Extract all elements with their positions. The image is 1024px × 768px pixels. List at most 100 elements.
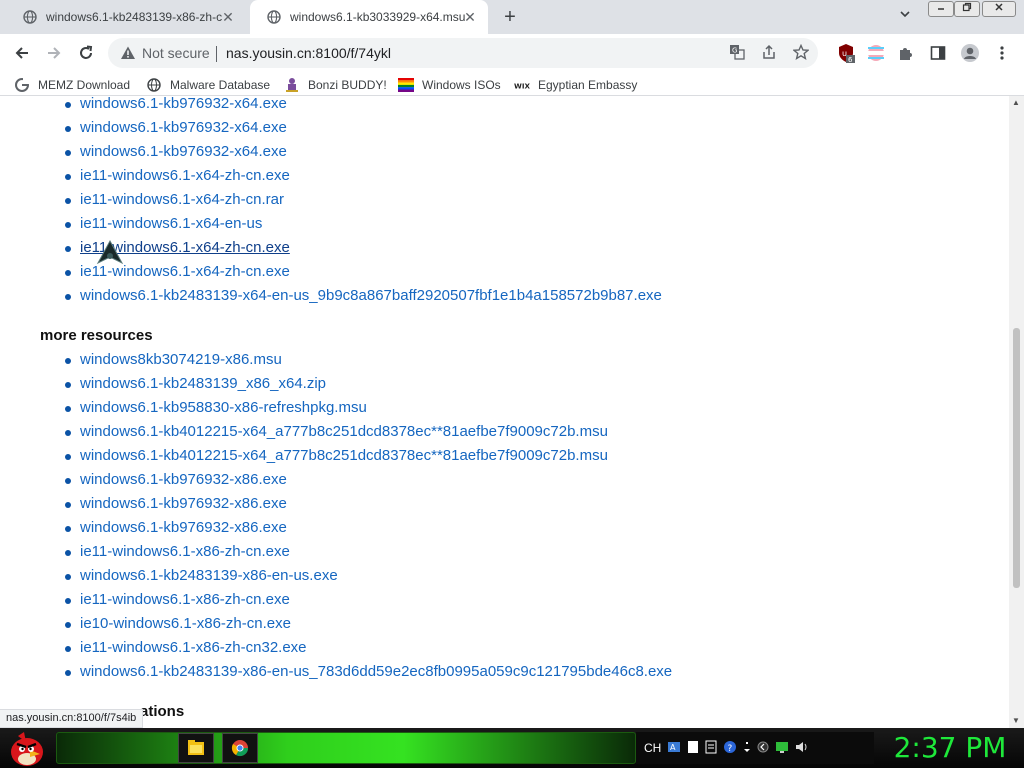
new-tab-button[interactable]: + bbox=[499, 6, 521, 28]
scrollbar-thumb[interactable] bbox=[1013, 328, 1020, 588]
tray-options-icon[interactable] bbox=[743, 740, 751, 757]
scroll-up-arrow-icon[interactable]: ▲ bbox=[1012, 98, 1020, 107]
section-heading-partial: ations bbox=[140, 703, 185, 720]
help-icon[interactable]: ? bbox=[723, 740, 737, 757]
file-link[interactable]: windows6.1-kb976932-x64.exe bbox=[80, 96, 287, 112]
url-text[interactable]: nas.yousin.cn:8100/f/74ykl bbox=[226, 45, 391, 61]
reload-button[interactable] bbox=[72, 39, 100, 67]
vertical-scrollbar[interactable]: ▲ ▼ bbox=[1009, 96, 1024, 728]
close-window-button[interactable] bbox=[982, 1, 1016, 17]
file-link[interactable]: windows6.1-kb976932-x86.exe bbox=[80, 519, 287, 536]
volume-icon[interactable] bbox=[795, 740, 809, 757]
list-item: windows6.1-kb976932-x86.exe bbox=[64, 468, 672, 492]
minimize-window-button[interactable] bbox=[928, 1, 954, 17]
file-link[interactable]: windows6.1-kb2483139-x64-en-us_9b9c8a867… bbox=[80, 287, 662, 304]
extension-badge: 6 bbox=[848, 56, 853, 63]
list-item: ie10-windows6.1-x86-zh-cn.exe bbox=[64, 612, 672, 636]
mouse-cursor-icon bbox=[96, 239, 124, 267]
ime-mode-icon[interactable] bbox=[687, 740, 699, 757]
share-icon[interactable] bbox=[760, 44, 778, 62]
forward-button[interactable] bbox=[40, 39, 68, 67]
wix-icon: WIX bbox=[514, 77, 530, 93]
file-link[interactable]: ie11-windows6.1-x64-zh-cn.rar bbox=[80, 191, 284, 208]
file-link[interactable]: ie11-windows6.1-x64-en-us bbox=[80, 215, 262, 232]
svg-text:WIX: WIX bbox=[514, 82, 530, 90]
bookmark-memz-download[interactable]: MEMZ Download bbox=[14, 76, 130, 94]
list-item: ie11-windows6.1-x86-zh-cn.exe bbox=[64, 540, 672, 564]
file-link[interactable]: windows6.1-kb2483139-x86-en-us_783d6dd59… bbox=[80, 663, 672, 680]
back-arrow-icon bbox=[15, 47, 28, 59]
extensions-puzzle-icon[interactable] bbox=[892, 39, 920, 67]
address-separator bbox=[216, 46, 217, 62]
scroll-down-arrow-icon[interactable]: ▼ bbox=[1012, 716, 1020, 725]
bookmark-star-icon[interactable] bbox=[792, 43, 810, 62]
file-link[interactable]: windows6.1-kb976932-x86.exe bbox=[80, 471, 287, 488]
taskbar-app-explorer-icon[interactable] bbox=[178, 733, 214, 763]
extension-pride-icon[interactable] bbox=[862, 39, 890, 67]
taskbar-app-chrome-icon[interactable] bbox=[222, 733, 258, 763]
bookmark-label: Bonzi BUDDY! bbox=[308, 78, 387, 92]
not-secure-label[interactable]: Not secure bbox=[142, 45, 210, 61]
bookmark-label: Windows ISOs bbox=[422, 78, 501, 92]
translate-icon[interactable]: G bbox=[728, 44, 746, 62]
gorilla-icon bbox=[284, 77, 300, 93]
file-link[interactable]: windows6.1-kb976932-x64.exe bbox=[80, 119, 287, 136]
restore-window-button[interactable] bbox=[954, 1, 980, 17]
close-tab-icon[interactable]: ✕ bbox=[462, 9, 478, 25]
show-hidden-icons-icon[interactable] bbox=[757, 741, 769, 756]
bookmark-bonzi-buddy[interactable]: Bonzi BUDDY! bbox=[284, 76, 387, 94]
file-list-more-resources: windows8kb3074219-x86.msu windows6.1-kb2… bbox=[64, 348, 672, 684]
language-indicator[interactable]: CH bbox=[644, 741, 661, 755]
file-link[interactable]: ie10-windows6.1-x86-zh-cn.exe bbox=[80, 615, 291, 632]
list-item: windows6.1-kb976932-x86.exe bbox=[64, 516, 672, 540]
profile-avatar-icon[interactable] bbox=[956, 39, 984, 67]
tab-search-chevron-icon[interactable] bbox=[896, 8, 914, 26]
tab-title: windows6.1-kb2483139-x86-zh-c bbox=[46, 10, 222, 24]
address-bar[interactable]: Not secure nas.yousin.cn:8100/f/74ykl G bbox=[108, 38, 818, 68]
list-item: ie11-windows6.1-x64-zh-cn.exe bbox=[65, 164, 662, 188]
tab-kb2483139[interactable]: windows6.1-kb2483139-x86-zh-c ✕ bbox=[6, 0, 246, 34]
list-item: windows6.1-kb2483139-x86-en-us_783d6dd59… bbox=[64, 660, 672, 684]
list-item: windows8kb3074219-x86.msu bbox=[64, 348, 672, 372]
file-link[interactable]: ie11-windows6.1-x64-zh-cn.exe bbox=[80, 167, 290, 184]
ime-pad-icon[interactable] bbox=[705, 740, 717, 757]
keyboard-layout-icon[interactable]: A bbox=[667, 740, 681, 757]
globe-icon bbox=[266, 9, 282, 25]
list-item: windows6.1-kb2483139-x64-en-us_9b9c8a867… bbox=[65, 284, 662, 308]
start-button-angry-bird-icon[interactable] bbox=[6, 728, 48, 768]
tab-kb3033929-active[interactable]: windows6.1-kb3033929-x64.msu ✕ bbox=[250, 0, 488, 34]
back-button[interactable] bbox=[8, 39, 36, 67]
bookmark-windows-isos[interactable]: Windows ISOs bbox=[398, 76, 501, 94]
file-link[interactable]: windows8kb3074219-x86.msu bbox=[80, 351, 282, 368]
file-link[interactable]: windows6.1-kb2483139-x86-en-us.exe bbox=[80, 567, 338, 584]
browser-window: windows6.1-kb2483139-x86-zh-c ✕ windows6… bbox=[0, 0, 1024, 768]
file-link[interactable]: ie11-windows6.1-x86-zh-cn32.exe bbox=[80, 639, 307, 656]
file-link[interactable]: windows6.1-kb976932-x86.exe bbox=[80, 495, 287, 512]
tab-title: windows6.1-kb3033929-x64.msu bbox=[290, 10, 466, 24]
bookmark-malware-database[interactable]: Malware Database bbox=[146, 76, 270, 94]
close-tab-icon[interactable]: ✕ bbox=[220, 9, 236, 25]
file-link[interactable]: windows6.1-kb2483139_x86_x64.zip bbox=[80, 375, 326, 392]
file-link[interactable]: windows6.1-kb4012215-x64_a777b8c251dcd83… bbox=[80, 447, 608, 464]
file-link[interactable]: ie11-windows6.1-x86-zh-cn.exe bbox=[80, 543, 290, 560]
file-link[interactable]: windows6.1-kb4012215-x64_a777b8c251dcd83… bbox=[80, 423, 608, 440]
list-item: windows6.1-kb2483139-x86-en-us.exe bbox=[64, 564, 672, 588]
svg-text:?: ? bbox=[728, 744, 733, 754]
warning-triangle-icon[interactable] bbox=[120, 45, 136, 61]
file-link[interactable]: windows6.1-kb976932-x64.exe bbox=[80, 143, 287, 160]
side-panel-icon[interactable] bbox=[924, 39, 952, 67]
bookmark-label: Egyptian Embassy bbox=[538, 78, 638, 92]
network-icon[interactable] bbox=[775, 740, 789, 757]
list-item: ie11-windows6.1-x64-zh-cn.exe bbox=[65, 260, 662, 284]
list-item: windows6.1-kb4012215-x64_a777b8c251dcd83… bbox=[64, 444, 672, 468]
extension-ublock-icon[interactable]: u6 bbox=[832, 39, 860, 67]
taskbar-clock[interactable]: 2:37 PM bbox=[876, 730, 1024, 766]
system-tray: CH A ? bbox=[636, 732, 874, 764]
menu-kebab-icon[interactable] bbox=[988, 39, 1016, 67]
bookmark-egyptian-embassy[interactable]: WIX Egyptian Embassy bbox=[514, 76, 637, 94]
file-link[interactable]: windows6.1-kb958830-x86-refreshpkg.msu bbox=[80, 399, 367, 416]
page-content: windows6.1-kb976932-x64.exe windows6.1-k… bbox=[0, 96, 1024, 728]
browser-toolbar: Not secure nas.yousin.cn:8100/f/74ykl G … bbox=[0, 34, 1024, 72]
file-link[interactable]: ie11-windows6.1-x86-zh-cn.exe bbox=[80, 591, 290, 608]
list-item: windows6.1-kb976932-x64.exe bbox=[65, 116, 662, 140]
